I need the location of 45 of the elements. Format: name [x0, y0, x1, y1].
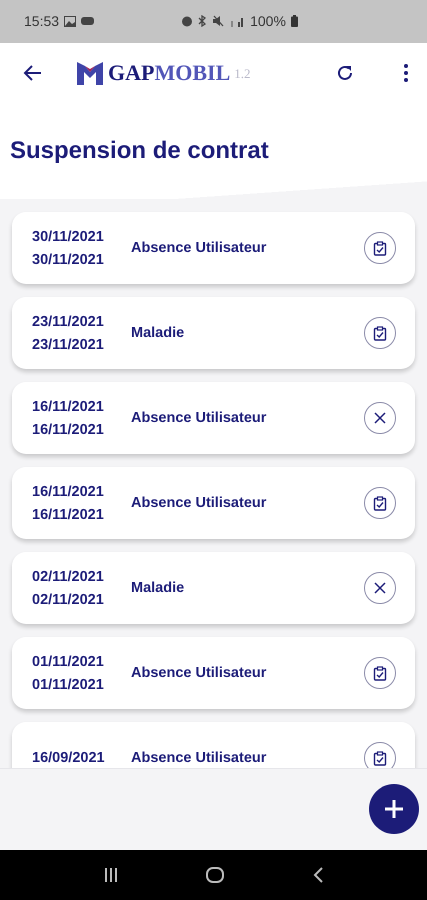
add-button[interactable]	[369, 784, 419, 834]
bluetooth-icon	[198, 15, 208, 28]
page-title: Suspension de contrat	[10, 136, 270, 165]
reason-label: Absence Utilisateur	[131, 750, 268, 766]
reason-label: Maladie	[131, 580, 186, 596]
start-date: 23/11/2021	[32, 314, 105, 330]
start-date: 02/11/2021	[32, 568, 105, 585]
end-date: 16/11/2021	[32, 422, 105, 438]
signal-icon	[229, 15, 246, 28]
reason-label: Absence Utilisateur	[131, 665, 268, 682]
suspension-card[interactable]: 16/11/2021 16/11/2021 Absence Utilisateur	[12, 382, 415, 454]
end-date: 30/11/2021	[32, 252, 105, 268]
home-icon	[205, 866, 226, 884]
start-date: 16/11/2021	[32, 398, 105, 415]
clock-time: 15:53	[24, 13, 60, 30]
suspension-card[interactable]: 01/11/2021 01/11/2021 Absence Utilisateur	[12, 637, 415, 710]
menu-icon	[403, 62, 409, 83]
logo-icon	[76, 60, 104, 86]
end-date: 16/11/2021	[32, 506, 105, 523]
reason-label: Absence Utilisateur	[131, 410, 268, 426]
end-date: 01/11/2021	[32, 676, 105, 693]
suspension-card[interactable]: 02/11/2021 02/11/2021 Maladie	[12, 552, 415, 624]
mute-icon	[212, 15, 224, 28]
image-icon	[64, 16, 76, 27]
start-date: 01/11/2021	[32, 654, 105, 670]
start-date: 30/11/2021	[32, 228, 105, 245]
end-date: 02/11/2021	[32, 592, 105, 608]
suspension-card[interactable]: 16/11/2021 16/11/2021 Absence Utilisateur	[12, 467, 415, 540]
start-date: 16/09/2021	[32, 750, 106, 766]
battery-percent: 100%	[250, 13, 286, 30]
suspension-card[interactable]: 30/11/2021 30/11/2021 Absence Utilisateur	[12, 212, 415, 284]
recent-apps-icon	[103, 867, 120, 884]
version-label: 1.2	[234, 66, 250, 82]
reason-label: Maladie	[131, 325, 186, 342]
battery-icon	[290, 15, 298, 28]
reason-label: Absence Utilisateur	[131, 240, 268, 256]
brand-name: GAP	[108, 60, 154, 85]
product-name: MOBIL	[154, 60, 230, 85]
suspension-card[interactable]: 23/11/2021 23/11/2021 Maladie	[12, 297, 415, 370]
start-date: 16/11/2021	[32, 484, 105, 500]
reason-label: Absence Utilisateur	[131, 495, 268, 512]
end-date: 23/11/2021	[32, 336, 105, 353]
suspension-card[interactable]: 16/09/2021 Absence Utilisateur	[12, 722, 415, 768]
back-icon	[312, 866, 324, 884]
plus-icon	[383, 798, 405, 820]
